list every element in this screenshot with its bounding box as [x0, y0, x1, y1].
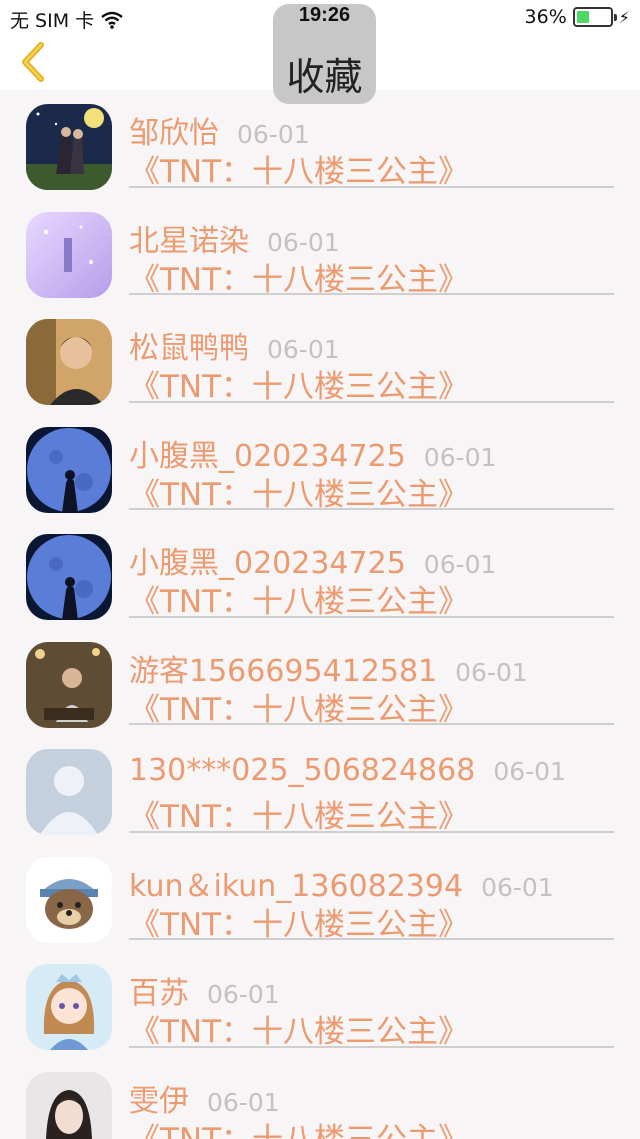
battery-fill [576, 11, 589, 23]
bolt-icon: ⚡ [618, 7, 630, 27]
avatar [26, 964, 112, 1050]
list-item[interactable]: 小腹黑_020234725 06-01 《TNT：十八楼三公主》 [0, 413, 640, 521]
date-label: 06-01 [423, 550, 497, 579]
list-item[interactable]: 小腹黑_020234725 06-01 《TNT：十八楼三公主》 [0, 520, 640, 628]
battery-icon [572, 7, 617, 27]
favorites-list: 邹欣怡 06-01 《TNT：十八楼三公主》 北星诺染 06-01 《TNT：十八楼三公主… [0, 90, 640, 1139]
book-title[interactable]: 《TNT：十八楼三公主》 [129, 1006, 469, 1051]
divider [129, 615, 614, 618]
divider [129, 400, 614, 403]
date-label: 06-01 [455, 657, 528, 687]
list-item[interactable]: kun＆ikun_136082394 06-01 《TNT：十八楼三公主》 [0, 843, 640, 951]
avatar [26, 641, 112, 728]
list-item[interactable]: 百苏 06-01 《TNT：十八楼三公主》 [0, 950, 640, 1058]
divider [129, 723, 614, 725]
battery-percent: 36% [524, 6, 567, 28]
back-button[interactable] [14, 42, 54, 86]
date-label: 06-01 [237, 120, 310, 149]
divider [129, 938, 614, 940]
book-title[interactable]: 《TNT：十八楼三公主》 [129, 791, 469, 836]
divider [129, 508, 614, 510]
book-title[interactable]: 《TNT：十八楼三公主》 [129, 576, 469, 621]
carrier-label: 无 SIM 卡 [10, 10, 95, 32]
avatar [26, 426, 112, 513]
list-item[interactable]: 雯伊06-01《TNT：十八楼三公主》 [0, 1058, 640, 1139]
avatar [26, 211, 112, 298]
list-item[interactable]: 游客1566695412581 06-01 《TNT：十八楼三公主》 [0, 628, 640, 736]
book-title[interactable]: 《TNT：十八楼三公主》 [129, 146, 469, 191]
date-label: 06-01 [267, 227, 340, 257]
date-label: 06-01 [423, 442, 497, 472]
date-label: 06-01 [481, 872, 554, 902]
battery-cap [613, 14, 617, 21]
date-label: 06-01 [493, 757, 566, 786]
wifi-icon [100, 11, 124, 29]
status-right: 36% ⚡ [525, 6, 630, 28]
clock: 19:26 [298, 4, 351, 26]
divider [129, 293, 614, 295]
book-title[interactable]: 《TNT：十八楼三公主》 [129, 1114, 469, 1139]
divider [129, 1045, 614, 1048]
date-label: 06-01 [267, 335, 340, 364]
date-label: 06-01 [207, 1087, 280, 1117]
avatar [26, 856, 112, 943]
book-title[interactable]: 《TNT：十八楼三公主》 [129, 899, 469, 944]
book-title[interactable]: 《TNT：十八楼三公主》 [129, 684, 469, 729]
avatar [26, 749, 112, 835]
divider [129, 830, 614, 833]
user-name: 130***025_506824868 [129, 753, 476, 788]
list-item[interactable]: 北星诺染 06-01 《TNT：十八楼三公主》 [0, 198, 640, 306]
divider [129, 185, 614, 188]
avatar [26, 1071, 112, 1139]
book-title[interactable]: 《TNT：十八楼三公主》 [129, 469, 469, 514]
avatar [26, 319, 112, 405]
name-line: 130***025_506824868 06-01 [129, 753, 566, 788]
avatar [26, 534, 112, 620]
book-title[interactable]: 《TNT：十八楼三公主》 [129, 361, 469, 406]
book-title[interactable]: 《TNT：十八楼三公主》 [129, 254, 469, 299]
list-item[interactable]: 邹欣怡 06-01 《TNT：十八楼三公主》 [0, 90, 640, 198]
list-item[interactable]: 松鼠鸭鸭 06-01 《TNT：十八楼三公主》 [0, 305, 640, 413]
status-left: 无 SIM 卡 [10, 6, 124, 33]
chevron-left-icon [19, 41, 49, 87]
date-label: 06-01 [207, 980, 280, 1009]
avatar [26, 104, 112, 190]
list-item[interactable]: 130***025_506824868 06-01 《TNT：十八楼三公主》 [0, 735, 640, 843]
